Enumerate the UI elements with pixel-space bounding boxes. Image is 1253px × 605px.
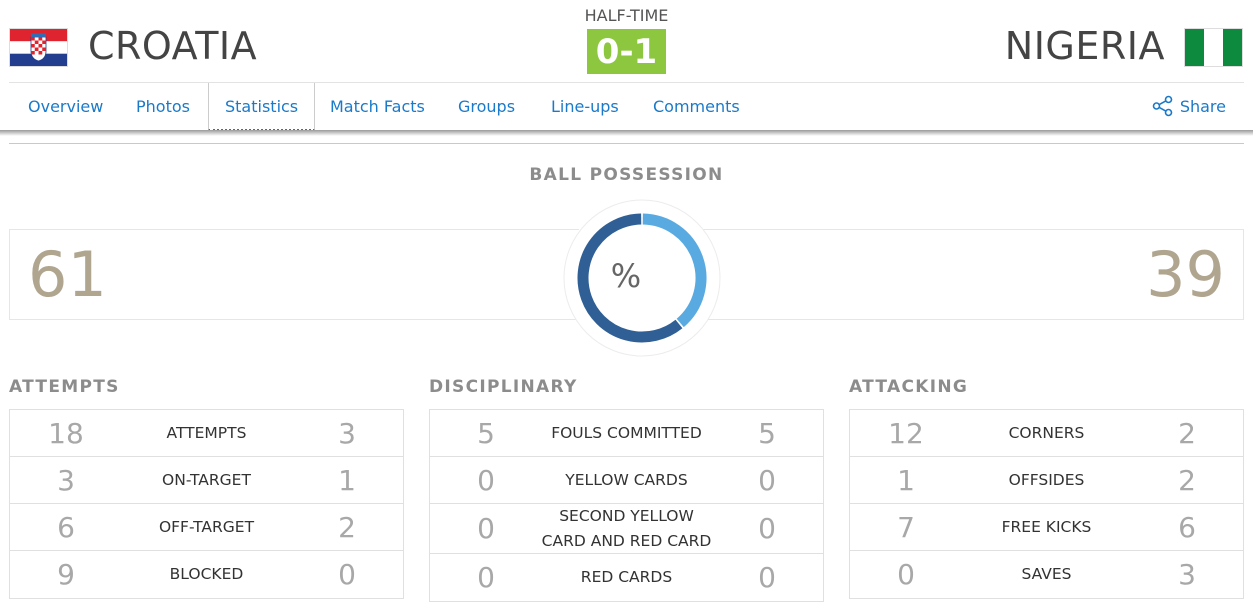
home-stat-value: 0 — [477, 512, 495, 545]
stat-row: 0 SECOND YELLOW CARD AND RED CARD 0 — [430, 504, 823, 554]
stat-label: SAVES — [1021, 565, 1072, 583]
nav-divider-shadow — [0, 130, 1253, 136]
possession-title: BALL POSSESSION — [529, 165, 724, 185]
away-stat-value: 1 — [338, 464, 356, 497]
possession-percent-symbol: % — [610, 257, 642, 295]
croatia-flag — [9, 28, 68, 67]
stat-label: RED CARDS — [580, 568, 673, 586]
stat-row: 7 FREE KICKS 6 — [850, 504, 1243, 551]
match-header: CROATIA HALF-TIME 0-1 NIGERIA — [0, 0, 1253, 82]
away-possession-value: 39 — [1146, 238, 1225, 311]
home-stat-value: 0 — [897, 558, 915, 591]
stat-row: 18 ATTEMPTS 3 — [10, 410, 403, 457]
stat-group-title: DISCIPLINARY — [429, 377, 578, 397]
nigeria-flag — [1184, 28, 1243, 67]
away-team-name[interactable]: NIGERIA — [1005, 24, 1165, 68]
stat-label: SECOND YELLOW CARD AND RED CARD — [541, 507, 712, 550]
stat-row: 9 BLOCKED 0 — [10, 551, 403, 598]
away-stat-value: 3 — [338, 417, 356, 450]
tab-overview[interactable]: Overview — [28, 83, 103, 131]
stat-table: 12 CORNERS 2 1 OFFSIDES 2 7 FREE KICKS 6 0 SAVES 3 — [849, 409, 1244, 599]
away-stat-value: 0 — [758, 512, 776, 545]
stat-row: 5 FOULS COMMITTED 5 — [430, 410, 823, 457]
share-button[interactable]: Share — [1152, 83, 1226, 131]
away-stat-value: 6 — [1178, 511, 1196, 544]
share-label: Share — [1179, 97, 1226, 116]
away-stat-value: 0 — [758, 464, 776, 497]
stat-table: 5 FOULS COMMITTED 5 0 YELLOW CARDS 0 0 SECOND Y… — [429, 409, 824, 602]
stat-label: ON-TARGET — [162, 471, 251, 489]
content-divider — [9, 143, 1244, 144]
home-possession-value: 61 — [28, 238, 107, 311]
stat-row: 0 YELLOW CARDS 0 — [430, 457, 823, 504]
match-tabs: Overview Photos Statistics Match Facts G… — [9, 82, 1244, 131]
stat-label: OFFSIDES — [1008, 471, 1085, 489]
stat-label: YELLOW CARDS — [565, 471, 688, 489]
tab-photos[interactable]: Photos — [136, 83, 190, 131]
stat-row: 1 OFFSIDES 2 — [850, 457, 1243, 504]
home-stat-value: 0 — [477, 464, 495, 497]
share-icon — [1152, 88, 1174, 117]
away-stat-value: 2 — [338, 511, 356, 544]
away-stat-value: 5 — [758, 417, 776, 450]
home-stat-value: 9 — [57, 558, 75, 591]
tab-statistics[interactable]: Statistics — [208, 83, 316, 131]
tab-comments[interactable]: Comments — [653, 83, 740, 131]
home-stat-value: 12 — [888, 417, 924, 450]
tab-line-ups[interactable]: Line-ups — [551, 83, 619, 131]
stat-label: FOULS COMMITTED — [551, 424, 702, 442]
stat-row: 6 OFF-TARGET 2 — [10, 504, 403, 551]
home-stat-value: 18 — [48, 417, 84, 450]
tab-groups[interactable]: Groups — [458, 83, 515, 131]
stat-row: 3 ON-TARGET 1 — [10, 457, 403, 504]
stat-row: 0 SAVES 3 — [850, 551, 1243, 598]
stat-row: 0 RED CARDS 0 — [430, 554, 823, 601]
home-stat-value: 5 — [477, 417, 495, 450]
stat-label: BLOCKED — [169, 565, 244, 583]
away-stat-value: 0 — [758, 561, 776, 594]
home-stat-value: 3 — [57, 464, 75, 497]
stat-label: FREE KICKS — [1001, 518, 1092, 536]
away-stat-value: 3 — [1178, 558, 1196, 591]
home-stat-value: 7 — [897, 511, 915, 544]
stat-row: 12 CORNERS 2 — [850, 410, 1243, 457]
home-team-name[interactable]: CROATIA — [88, 24, 257, 68]
away-stat-value: 0 — [338, 558, 356, 591]
home-stat-value: 6 — [57, 511, 75, 544]
match-score: 0-1 — [587, 29, 666, 74]
stat-group-title: ATTEMPTS — [9, 377, 120, 397]
match-status: HALF-TIME — [584, 6, 669, 25]
stat-table: 18 ATTEMPTS 3 3 ON-TARGET 1 6 OFF-TARGET 2 9 BLOCK… — [9, 409, 404, 599]
stat-label: OFF-TARGET — [158, 518, 255, 536]
stat-label: CORNERS — [1008, 424, 1085, 442]
tab-match-facts[interactable]: Match Facts — [330, 83, 425, 131]
away-stat-value: 2 — [1178, 417, 1196, 450]
home-stat-value: 0 — [477, 561, 495, 594]
home-stat-value: 1 — [897, 464, 915, 497]
stat-group-title: ATTACKING — [849, 377, 969, 397]
stat-label: ATTEMPTS — [166, 424, 247, 442]
away-stat-value: 2 — [1178, 464, 1196, 497]
